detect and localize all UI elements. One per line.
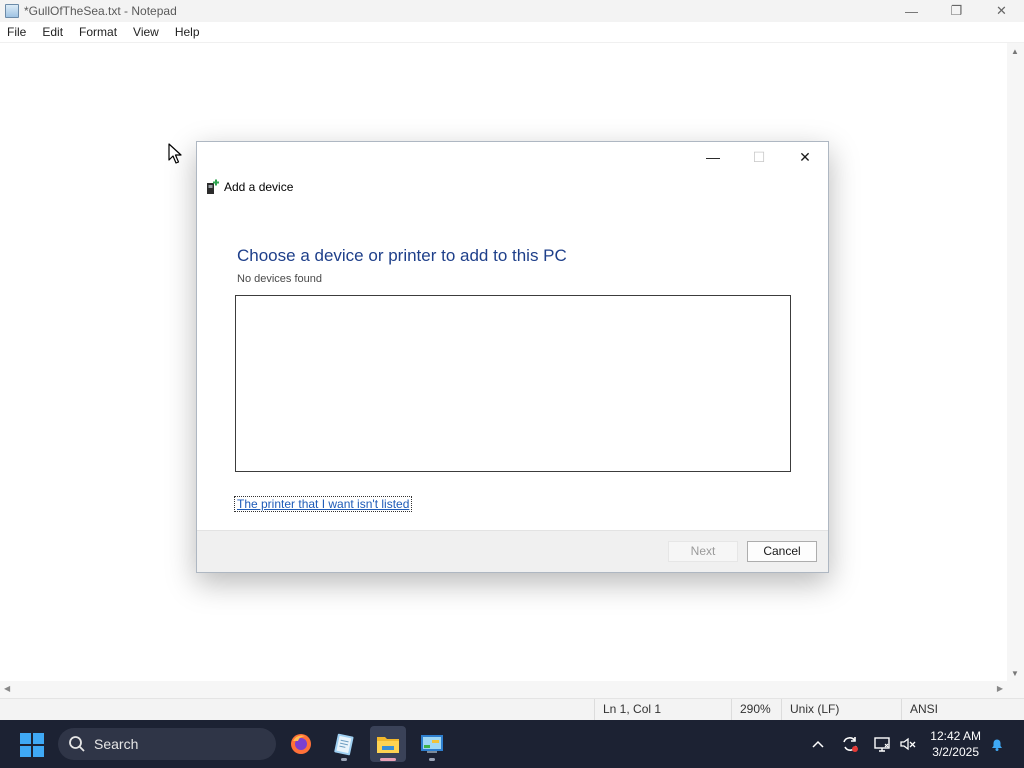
printer-not-listed-link[interactable]: The printer that I want isn't listed xyxy=(233,496,413,512)
add-device-dialog: — ☐ ✕ Add a device Choose a device or pr… xyxy=(196,141,829,573)
dialog-heading: Choose a device or printer to add to thi… xyxy=(237,246,567,265)
close-button[interactable]: ✕ xyxy=(979,0,1024,22)
next-button: Next xyxy=(668,541,738,562)
restore-button[interactable]: ❐ xyxy=(934,0,979,22)
horizontal-scrollbar[interactable]: ◀ ▶ xyxy=(0,681,1007,698)
notifications-button[interactable] xyxy=(986,720,1008,768)
windows-logo-icon xyxy=(20,733,31,744)
menu-file[interactable]: File xyxy=(0,25,34,39)
folder-icon xyxy=(377,737,399,753)
sync-status-button[interactable] xyxy=(839,720,861,768)
dialog-maximize-button: ☐ xyxy=(752,148,766,165)
menu-edit[interactable]: Edit xyxy=(34,25,71,39)
mouse-cursor-icon xyxy=(168,143,182,164)
clock-time: 12:42 AM xyxy=(930,729,981,743)
line-ending: Unix (LF) xyxy=(781,699,901,720)
taskbar-app-notepad[interactable] xyxy=(326,726,362,762)
dialog-footer: Next Cancel xyxy=(197,530,828,572)
control-panel-icon xyxy=(421,735,443,753)
menu-help[interactable]: Help xyxy=(167,25,208,39)
search-placeholder: Search xyxy=(94,736,139,752)
network-icon xyxy=(874,737,890,752)
notepad-titlebar: *GullOfTheSea.txt - Notepad — ❐ ✕ xyxy=(0,0,1024,22)
scroll-left-arrow-icon[interactable]: ◀ xyxy=(4,684,10,693)
add-device-icon xyxy=(206,179,219,195)
status-bar: Ln 1, Col 1 290% Unix (LF) ANSI xyxy=(0,698,1024,720)
device-status-text: No devices found xyxy=(237,273,322,285)
dialog-close-button[interactable]: ✕ xyxy=(782,142,828,172)
zoom-level: 290% xyxy=(731,699,781,720)
chevron-up-icon xyxy=(812,740,824,748)
scroll-right-arrow-icon[interactable]: ▶ xyxy=(997,684,1003,693)
window-controls: — ❐ ✕ xyxy=(889,0,1024,22)
taskbar-search[interactable]: Search xyxy=(58,728,276,760)
show-hidden-icons-button[interactable] xyxy=(808,720,828,768)
taskbar-app-file-explorer[interactable] xyxy=(370,726,406,762)
taskbar: Search 12:42 AM 3/2/2025 xyxy=(0,720,1024,768)
encoding: ANSI xyxy=(901,699,1024,720)
window-title: *GullOfTheSea.txt - Notepad xyxy=(24,4,177,18)
device-list[interactable] xyxy=(235,295,791,472)
taskbar-app-control-panel[interactable] xyxy=(414,726,450,762)
notepad-icon xyxy=(334,733,354,756)
scroll-down-arrow-icon[interactable]: ▼ xyxy=(1011,669,1019,678)
notepad-icon xyxy=(5,4,19,18)
sync-icon xyxy=(843,737,858,752)
network-button[interactable] xyxy=(871,720,893,768)
menu-format[interactable]: Format xyxy=(71,25,125,39)
dialog-window-controls: — ☐ ✕ xyxy=(690,142,828,172)
scrollbar-corner xyxy=(1007,681,1024,698)
start-button[interactable] xyxy=(20,733,44,757)
menu-bar: File Edit Format View Help xyxy=(0,22,1024,43)
minimize-button[interactable]: — xyxy=(889,0,934,22)
volume-button[interactable] xyxy=(897,720,919,768)
menu-view[interactable]: View xyxy=(125,25,167,39)
dialog-title: Add a device xyxy=(224,180,294,194)
clock-date: 3/2/2025 xyxy=(932,745,979,759)
search-icon xyxy=(68,735,86,753)
firefox-icon xyxy=(291,734,311,754)
scroll-up-arrow-icon[interactable]: ▲ xyxy=(1011,47,1019,56)
dialog-minimize-button[interactable]: — xyxy=(690,142,736,172)
taskbar-app-firefox[interactable] xyxy=(283,726,319,762)
dialog-header: Add a device xyxy=(206,179,293,195)
system-clock[interactable]: 12:42 AM 3/2/2025 xyxy=(930,728,981,760)
cursor-position: Ln 1, Col 1 xyxy=(594,699,730,720)
cancel-button[interactable]: Cancel xyxy=(747,541,817,562)
volume-muted-icon xyxy=(900,737,916,751)
bell-icon xyxy=(992,739,1002,751)
vertical-scrollbar[interactable]: ▲ ▼ xyxy=(1007,43,1024,681)
